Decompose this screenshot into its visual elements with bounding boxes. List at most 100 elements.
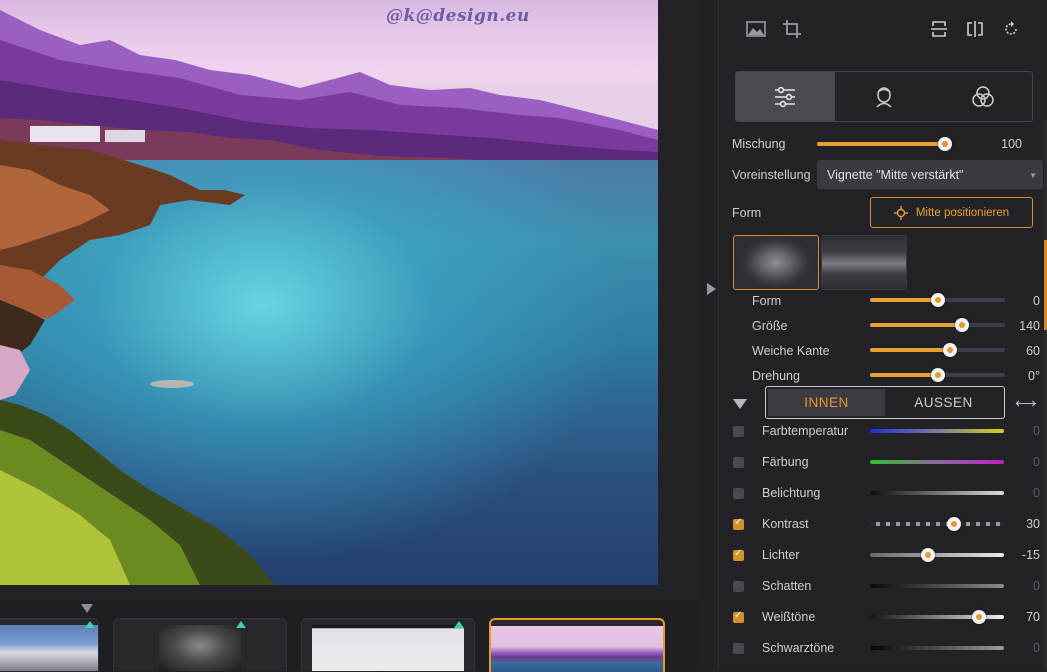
- filmstrip-collapse-icon[interactable]: [81, 604, 93, 613]
- adjustment-checkbox[interactable]: [733, 643, 744, 654]
- adjustment-label: Farbtemperatur: [762, 424, 849, 438]
- adjustment-value: 0: [1033, 641, 1040, 655]
- adjustment-value: 30: [1026, 517, 1040, 531]
- filmstrip: [0, 600, 700, 672]
- image-icon[interactable]: [745, 18, 767, 40]
- color-circles-icon: [971, 85, 994, 107]
- adjustment-slider-handle[interactable]: [971, 610, 986, 624]
- portrait-icon: [876, 86, 892, 108]
- adjustment-checkbox[interactable]: [733, 581, 744, 592]
- inner-outer-toggle: INNEN AUSSEN: [765, 386, 1005, 419]
- adjust-sliders-icon: [775, 86, 796, 107]
- shape-slider-fill: [870, 323, 962, 327]
- shape-slider-handle[interactable]: [930, 293, 945, 307]
- center-position-label: Mitte positionieren: [915, 206, 1010, 219]
- mix-slider[interactable]: [817, 137, 952, 151]
- adjustment-label: Weißtöne: [762, 610, 816, 624]
- flip-horizontal-icon[interactable]: [964, 18, 986, 40]
- adjustment-checkbox[interactable]: [733, 457, 744, 468]
- adjustment-value: 0: [1033, 424, 1040, 438]
- adjustment-label: Schatten: [762, 579, 812, 593]
- shape-slider-label: Größe: [752, 319, 788, 333]
- shape-slider-value: 0°: [1028, 369, 1040, 383]
- edited-marker-icon: [454, 621, 464, 628]
- preset-label: Voreinstellung: [732, 168, 811, 182]
- chevron-down-icon: ▼: [1029, 171, 1037, 180]
- shape-slider-value: 140: [1019, 319, 1040, 333]
- watermark-text: @k@design.eu: [386, 6, 530, 26]
- mix-label: Mischung: [732, 137, 786, 151]
- rotate-icon[interactable]: [1000, 18, 1022, 40]
- shape-slider-handle[interactable]: [954, 318, 969, 332]
- inner-tab[interactable]: INNEN: [768, 389, 885, 416]
- adjustment-slider[interactable]: [870, 491, 1004, 495]
- shape-ellipse-option[interactable]: [733, 235, 819, 290]
- shape-slider[interactable]: [870, 343, 1005, 357]
- shape-slider[interactable]: [870, 368, 1005, 382]
- shape-slider-label: Form: [752, 294, 782, 308]
- mix-slider-fill: [817, 142, 945, 146]
- filmstrip-thumbnail-selected[interactable]: [489, 618, 665, 672]
- adjustment-label: Kontrast: [762, 517, 809, 531]
- adjustment-slider[interactable]: [870, 429, 1004, 433]
- adjustment-slider[interactable]: [870, 584, 1004, 588]
- shape-slider-value: 60: [1026, 344, 1040, 358]
- adjustment-value: 0: [1033, 579, 1040, 593]
- adjustment-slider-handle[interactable]: [920, 548, 935, 562]
- shape-slider-label: Drehung: [752, 369, 800, 383]
- outer-tab[interactable]: AUSSEN: [885, 389, 1002, 416]
- form-label: Form: [732, 206, 762, 220]
- image-viewer: @k@design.eu: [0, 0, 700, 600]
- tab-portrait[interactable]: [835, 72, 934, 121]
- target-icon: [893, 205, 908, 220]
- shape-slider-value: 0: [1033, 294, 1040, 308]
- shape-slider-handle[interactable]: [942, 343, 957, 357]
- adjustment-checkbox[interactable]: [733, 610, 744, 623]
- mix-value: 100: [1001, 137, 1022, 151]
- adjustment-label: Belichtung: [762, 486, 821, 500]
- panel-toolbar: [719, 0, 1047, 60]
- adjustment-label: Färbung: [762, 455, 809, 469]
- adjustment-checkbox[interactable]: [733, 426, 744, 437]
- swap-arrows-icon[interactable]: ⟷: [1015, 394, 1037, 412]
- panel-toggle-icon[interactable]: [707, 283, 716, 295]
- adjustment-checkbox[interactable]: [733, 517, 744, 530]
- mode-tabs: [735, 71, 1033, 122]
- adjustment-label: Lichter: [762, 548, 800, 562]
- filmstrip-thumbnail[interactable]: [301, 618, 475, 671]
- preset-selected-value: Vignette "Mitte verstärkt": [827, 168, 964, 182]
- preset-dropdown[interactable]: Vignette "Mitte verstärkt" ▼: [817, 160, 1043, 189]
- mix-slider-handle[interactable]: [938, 137, 952, 151]
- shape-slider[interactable]: [870, 293, 1005, 307]
- adjustment-slider[interactable]: [870, 646, 1004, 650]
- tab-color[interactable]: [933, 72, 1032, 121]
- adjustment-slider[interactable]: [870, 517, 1004, 531]
- filmstrip-thumbnail[interactable]: [113, 618, 287, 671]
- adjustment-value: 0: [1033, 455, 1040, 469]
- photo-canvas[interactable]: @k@design.eu: [0, 0, 658, 585]
- center-position-button[interactable]: Mitte positionieren: [870, 197, 1033, 228]
- shape-slider-handle[interactable]: [930, 368, 945, 382]
- adjustment-value: 70: [1026, 610, 1040, 624]
- filmstrip-thumbnail[interactable]: [0, 618, 99, 671]
- adjustment-slider[interactable]: [870, 548, 1004, 562]
- adjustment-value: -15: [1021, 548, 1040, 562]
- crop-icon[interactable]: [781, 18, 803, 40]
- photo-landscape: [0, 10, 658, 585]
- collapse-section-icon[interactable]: [733, 399, 747, 409]
- adjustment-slider[interactable]: [870, 610, 1004, 624]
- shape-slider-fill: [870, 373, 938, 377]
- adjustment-label: Schwarztöne: [762, 641, 835, 655]
- shape-linear-option[interactable]: [821, 235, 907, 290]
- shape-slider-fill: [870, 348, 950, 352]
- tab-adjustments[interactable]: [736, 72, 835, 121]
- adjustment-slider-handle[interactable]: [947, 517, 962, 531]
- adjustments-panel: Mischung 100 Voreinstellung Vignette "Mi…: [718, 0, 1047, 670]
- flip-vertical-icon[interactable]: [928, 18, 950, 40]
- adjustment-slider[interactable]: [870, 460, 1004, 464]
- edited-marker-icon: [236, 621, 246, 628]
- adjustment-checkbox[interactable]: [733, 548, 744, 561]
- adjustment-checkbox[interactable]: [733, 488, 744, 499]
- shape-slider[interactable]: [870, 318, 1005, 332]
- shape-slider-fill: [870, 298, 938, 302]
